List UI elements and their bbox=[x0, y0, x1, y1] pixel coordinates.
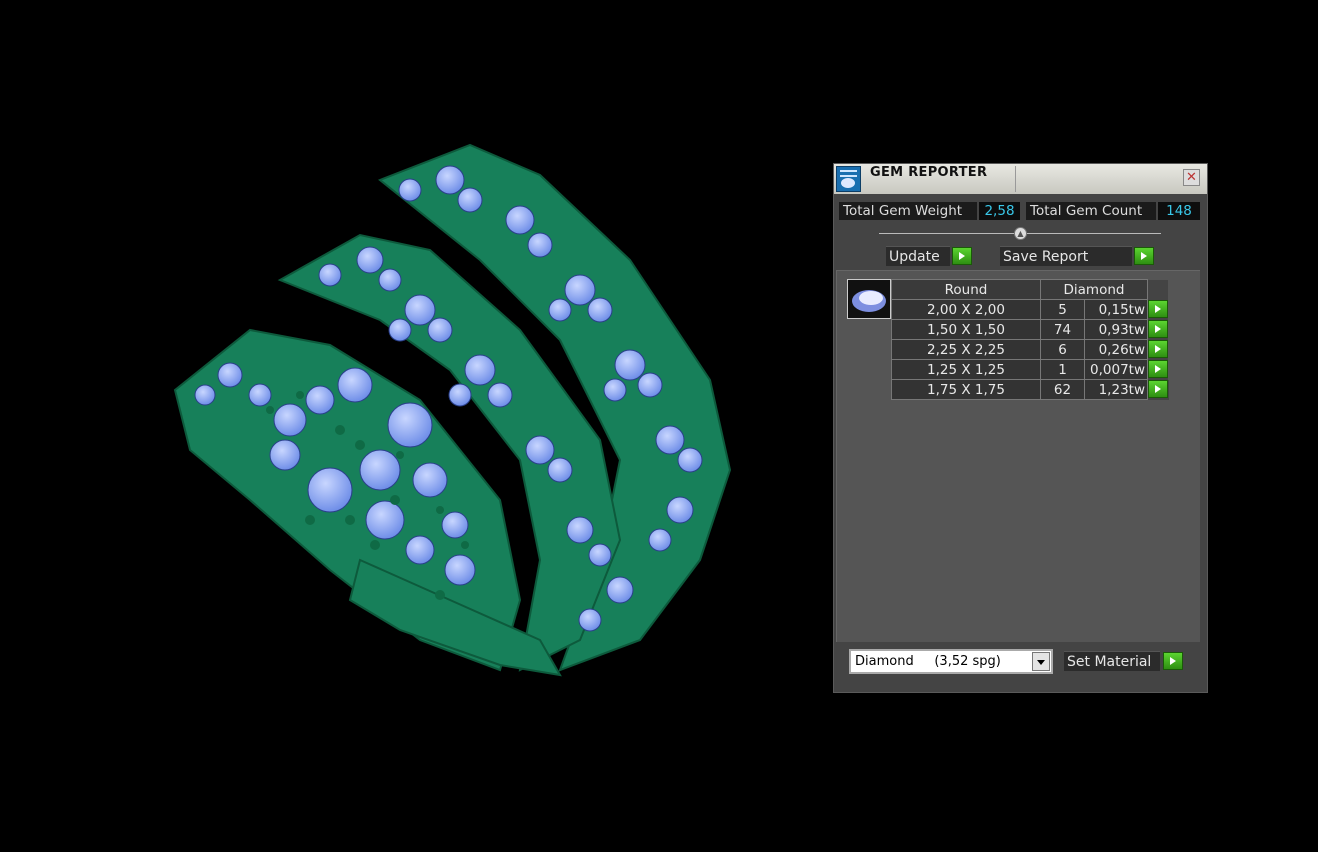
round-gem-icon[interactable] bbox=[847, 279, 891, 319]
header-shape: Round bbox=[891, 279, 1041, 300]
row-weight: 0,26tw bbox=[1084, 339, 1148, 360]
total-gem-count-value: 148 bbox=[1158, 202, 1200, 220]
panel-title: GEM REPORTER bbox=[870, 165, 988, 180]
3d-viewport[interactable] bbox=[0, 0, 820, 852]
row-weight: 0,93tw bbox=[1084, 319, 1148, 340]
row-size: 1,50 X 1,50 bbox=[891, 319, 1041, 340]
total-gem-count-label: Total Gem Count bbox=[1026, 202, 1156, 220]
update-go-icon[interactable] bbox=[952, 247, 972, 265]
row-go-icon[interactable] bbox=[1148, 359, 1168, 378]
panel-titlebar[interactable]: GEM REPORTER ✕ bbox=[834, 164, 1207, 194]
slider-knob-icon[interactable]: ▲ bbox=[1014, 227, 1027, 240]
gem-list-area: Round Diamond 2,00 X 2,00 5 0,15tw 1,50 … bbox=[836, 270, 1200, 642]
row-count: 62 bbox=[1040, 379, 1085, 400]
table-row[interactable]: 1,50 X 1,50 74 0,93tw bbox=[891, 319, 1169, 340]
ring-model bbox=[173, 143, 732, 677]
table-row[interactable]: 2,25 X 2,25 6 0,26tw bbox=[891, 339, 1169, 360]
row-weight: 0,15tw bbox=[1084, 299, 1148, 320]
row-size: 2,25 X 2,25 bbox=[891, 339, 1041, 360]
close-icon[interactable]: ✕ bbox=[1183, 169, 1200, 186]
gem-reporter-panel: GEM REPORTER ✕ Total Gem Weight 2,58 Tot… bbox=[833, 163, 1208, 693]
row-count: 6 bbox=[1040, 339, 1085, 360]
update-button-label: Update bbox=[889, 249, 940, 265]
material-select-value: Diamond (3,52 spg) bbox=[855, 654, 1001, 669]
gem-table-header: Round Diamond bbox=[891, 279, 1169, 300]
save-report-go-icon[interactable] bbox=[1134, 247, 1154, 265]
row-go-icon[interactable] bbox=[1148, 319, 1168, 338]
material-select[interactable]: Diamond (3,52 spg) bbox=[849, 649, 1053, 674]
total-gem-weight-value: 2,58 bbox=[979, 202, 1020, 220]
row-size: 1,25 X 1,25 bbox=[891, 359, 1041, 380]
row-go-icon[interactable] bbox=[1148, 299, 1168, 318]
set-material-button-label: Set Material bbox=[1067, 654, 1152, 670]
row-size: 1,75 X 1,75 bbox=[891, 379, 1041, 400]
row-count: 1 bbox=[1040, 359, 1085, 380]
save-report-button[interactable]: Save Report bbox=[1000, 246, 1132, 266]
chevron-down-icon[interactable] bbox=[1032, 652, 1050, 671]
table-row[interactable]: 1,25 X 1,25 1 0,007tw bbox=[891, 359, 1169, 380]
row-go-icon[interactable] bbox=[1148, 339, 1168, 358]
titlebar-divider bbox=[1015, 166, 1016, 192]
gem-table: Round Diamond 2,00 X 2,00 5 0,15tw 1,50 … bbox=[891, 279, 1169, 400]
save-report-button-label: Save Report bbox=[1003, 249, 1089, 265]
row-count: 74 bbox=[1040, 319, 1085, 340]
row-size: 2,00 X 2,00 bbox=[891, 299, 1041, 320]
row-go-icon[interactable] bbox=[1148, 379, 1168, 398]
gem-reporter-app-icon bbox=[836, 166, 861, 192]
set-material-go-icon[interactable] bbox=[1163, 652, 1183, 670]
total-gem-weight-label: Total Gem Weight bbox=[839, 202, 977, 220]
row-weight: 1,23tw bbox=[1084, 379, 1148, 400]
row-weight: 0,007tw bbox=[1084, 359, 1148, 380]
update-button[interactable]: Update bbox=[886, 246, 950, 266]
table-row[interactable]: 1,75 X 1,75 62 1,23tw bbox=[891, 379, 1169, 400]
table-row[interactable]: 2,00 X 2,00 5 0,15tw bbox=[891, 299, 1169, 320]
header-material: Diamond bbox=[1040, 279, 1148, 300]
set-material-button[interactable]: Set Material bbox=[1064, 651, 1160, 671]
row-count: 5 bbox=[1040, 299, 1085, 320]
